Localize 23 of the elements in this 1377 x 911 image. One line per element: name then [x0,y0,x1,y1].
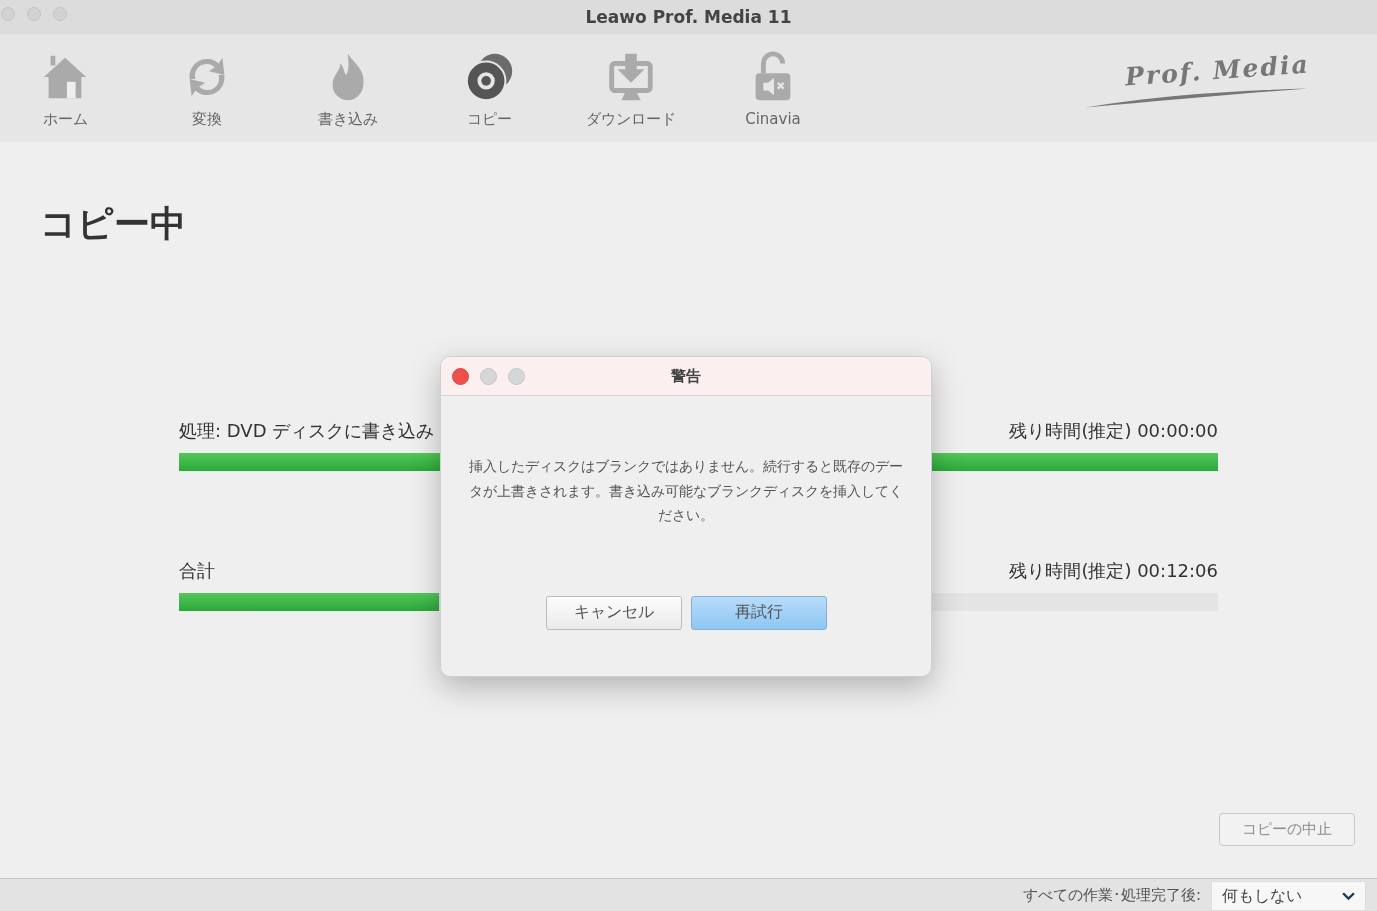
app-logo: Prof. Media [1067,34,1327,142]
toolbar-tab[interactable]: Cinavia [707,50,838,142]
toolbar-tab[interactable]: 書き込み [283,50,414,142]
after-completion-dropdown[interactable]: 何もしない [1211,881,1366,911]
zoom-button[interactable] [508,368,525,385]
dialog-message: 挿入したディスクはブランクではありません。続行すると既存のデータが上書きされます。書き込み可能なブランクディスクを挿入してください。 [468,457,904,525]
window-title: Leawo Prof. Media 11 [585,7,792,27]
after-completion-label: すべての作業･処理完了後: [1022,885,1201,905]
chevron-down-icon [1342,891,1355,901]
toolbar-tab[interactable]: 変換 [141,50,272,142]
cancel-button[interactable]: キャンセル [545,595,682,630]
toolbar-tab[interactable]: コピー [424,50,555,142]
remaining-time: 残り時間(推定) 00:12:06 [1009,559,1218,583]
dialog-title: 警告 [671,366,701,386]
toolbar-tab[interactable]: ホーム [0,50,130,142]
progress-label: 合計 [179,559,215,583]
progress-label: 処理: DVD ディスクに書き込み [179,419,435,443]
minimize-button[interactable] [480,368,497,385]
page-heading: コピー中 [40,202,187,246]
close-button[interactable] [452,368,469,385]
remaining-time: 残り時間(推定) 00:00:00 [1009,419,1218,443]
retry-button[interactable]: 再試行 [690,595,827,630]
toolbar-tab[interactable]: ダウンロード [566,50,697,142]
